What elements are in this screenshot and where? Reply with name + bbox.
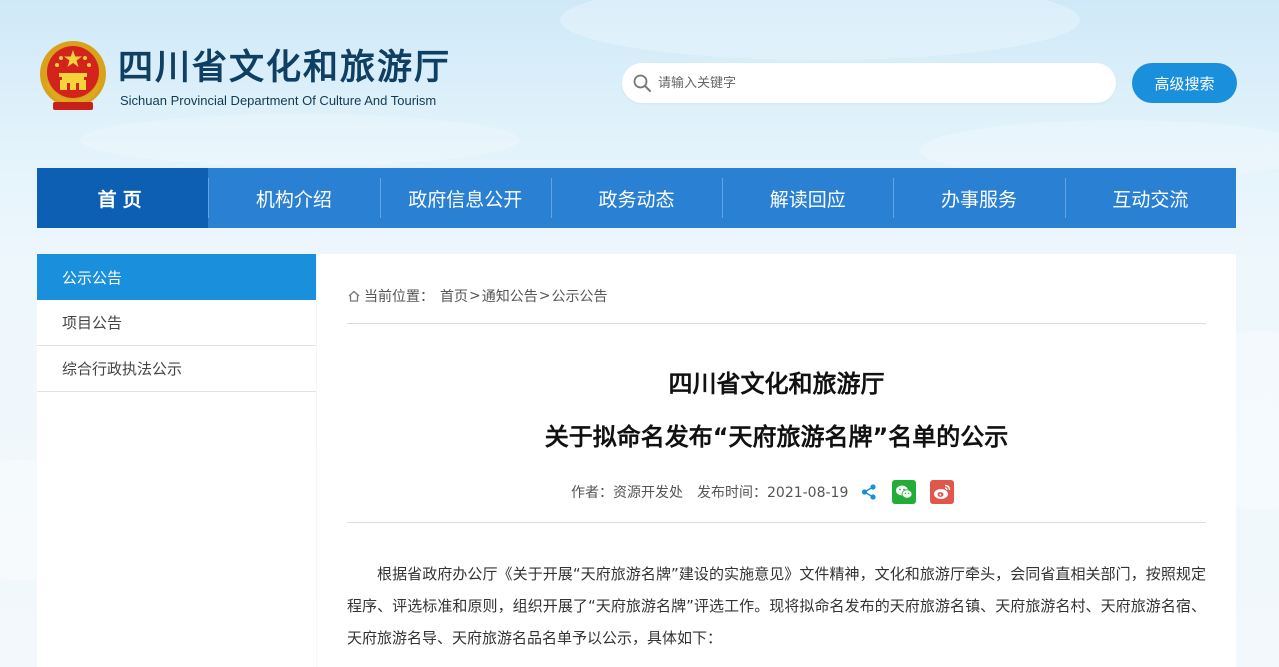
main-nav: 首页 机构介绍 政府信息公开 政务动态 解读回应 办事服务 互动交流 [37, 168, 1236, 228]
article-title-line1: 四川省文化和旅游厅 [668, 370, 885, 398]
sidebar: 公示公告 项目公告 综合行政执法公示 [37, 254, 316, 667]
weibo-icon[interactable] [930, 480, 955, 504]
site-title: 四川省文化和旅游厅 [118, 48, 452, 88]
article-author: 作者：资源开发处 [571, 485, 683, 501]
search-box[interactable] [622, 63, 1116, 103]
breadcrumb-home[interactable]: 首页 [440, 286, 468, 306]
home-icon [348, 290, 360, 302]
nav-item-services[interactable]: 办事服务 [893, 168, 1064, 228]
article-meta: 作者：资源开发处 发布时间：2021-08-19 [571, 480, 968, 504]
national-emblem-icon [40, 41, 106, 110]
breadcrumb-separator: > [469, 288, 481, 304]
wechat-icon[interactable] [892, 480, 917, 504]
nav-item-interpretation[interactable]: 解读回应 [722, 168, 893, 228]
nav-item-news[interactable]: 政务动态 [550, 168, 722, 228]
breadcrumb: 当前位置： 首页 > 通知公告 > 公示公告 [347, 286, 607, 306]
nav-item-home[interactable]: 首页 [37, 168, 209, 228]
breadcrumb-public-notices[interactable]: 公示公告 [551, 286, 607, 306]
article-panel: 当前位置： 首页 > 通知公告 > 公示公告 四川省文化和旅游厅 关于拟命名发布… [317, 254, 1236, 667]
nav-item-gov-info[interactable]: 政府信息公开 [379, 168, 551, 228]
nav-item-interaction[interactable]: 互动交流 [1064, 168, 1236, 228]
site-header: 四川省文化和旅游厅 Sichuan Provincial Department … [0, 0, 1279, 168]
sidebar-item-enforcement[interactable]: 综合行政执法公示 [37, 346, 316, 392]
sidebar-item-projects[interactable]: 项目公告 [37, 300, 316, 346]
divider [347, 323, 1206, 324]
sidebar-item-notices[interactable]: 公示公告 [37, 254, 316, 300]
share-icon[interactable] [860, 483, 878, 501]
breadcrumb-notices[interactable]: 通知公告 [482, 286, 538, 306]
article-title-line2: 关于拟命名发布“天府旅游名牌”名单的公示 [544, 423, 1009, 451]
search-icon[interactable] [632, 73, 652, 93]
divider [347, 522, 1206, 523]
nav-item-about[interactable]: 机构介绍 [208, 168, 379, 228]
article-publish-time: 发布时间：2021-08-19 [697, 485, 849, 501]
article-body: 根据省政府办公厅《关于开展“天府旅游名牌”建设的实施意见》文件精神，文化和旅游厅… [347, 565, 1206, 647]
breadcrumb-separator: > [538, 288, 551, 304]
search-input[interactable] [658, 75, 1078, 91]
site-subtitle: Sichuan Provincial Department Of Culture… [120, 93, 437, 108]
share-bar [860, 480, 968, 504]
advanced-search-button[interactable]: 高级搜索 [1132, 63, 1237, 103]
breadcrumb-prefix: 当前位置： [364, 289, 434, 305]
